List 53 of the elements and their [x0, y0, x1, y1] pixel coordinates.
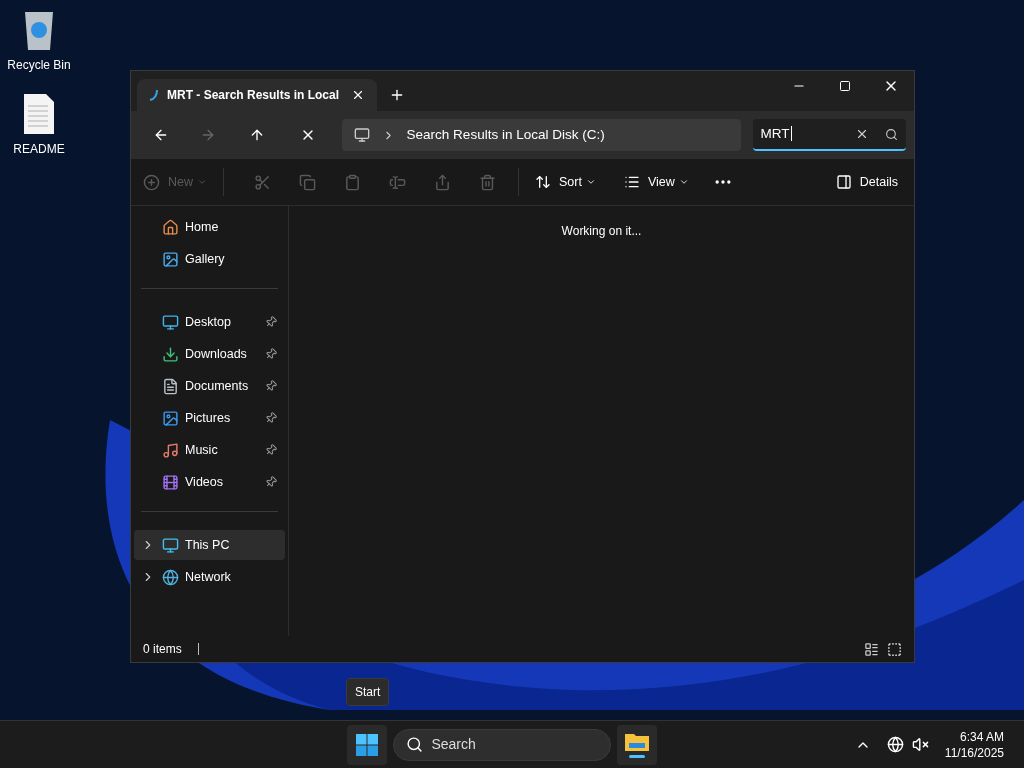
desktop-icon-label: README: [13, 141, 65, 158]
sidebar-item[interactable]: Desktop: [134, 307, 285, 337]
query-input[interactable]: MRT: [752, 119, 906, 151]
running-indicator: [629, 755, 646, 758]
close-tab-icon[interactable]: [351, 88, 365, 102]
computer-icon: [353, 127, 370, 143]
loading-spinner-icon: [149, 89, 159, 101]
document-icon[interactable]: [22, 92, 56, 136]
network-icon[interactable]: [886, 736, 904, 753]
search-box[interactable]: Search: [393, 728, 612, 761]
sidebar-item[interactable]: This PC: [134, 530, 285, 560]
copy-icon[interactable]: [299, 173, 316, 191]
details-button[interactable]: Details: [835, 172, 898, 192]
sidebar-item[interactable]: Home: [134, 212, 285, 242]
paste-icon[interactable]: [344, 173, 361, 191]
sort-arrows-icon: [535, 174, 551, 190]
list-icon: [623, 174, 640, 190]
tiles-view-icon[interactable]: [887, 641, 902, 657]
rename-icon[interactable]: [389, 173, 406, 191]
delete-icon[interactable]: [479, 173, 496, 191]
maximize-icon: [839, 80, 851, 92]
window-tab[interactable]: MRT - Search Results in Local: [137, 79, 377, 111]
file-explorer-taskbar-button[interactable]: [617, 724, 658, 765]
plus-icon: [389, 87, 405, 103]
details-view-icon[interactable]: [864, 641, 879, 657]
search-icon[interactable]: [885, 127, 898, 141]
side-panel-icon: [835, 174, 852, 190]
sidebar-item[interactable]: Downloads: [134, 339, 285, 369]
plus-circle-icon: [143, 173, 160, 191]
search-icon: [406, 736, 424, 753]
share-icon[interactable]: [434, 173, 451, 191]
windows-logo-icon: [355, 732, 380, 757]
caret-icon: [585, 177, 596, 187]
view-button[interactable]: View: [623, 172, 689, 192]
start-button[interactable]: [347, 724, 388, 765]
sort-button[interactable]: Sort: [535, 172, 596, 192]
sidebar-item[interactable]: Network: [134, 562, 285, 592]
caret-icon: [678, 177, 689, 187]
address-bar[interactable]: Search Results in Local Disk (C:): [341, 119, 741, 151]
item-count: 0 items: [143, 641, 182, 658]
sidebar-item[interactable]: Documents: [134, 371, 285, 401]
volume-muted-icon[interactable]: [911, 736, 929, 753]
sidebar-item[interactable]: Gallery: [134, 244, 285, 274]
caret-icon: [197, 177, 207, 187]
sidebar-item[interactable]: Music: [134, 435, 285, 465]
clock[interactable]: 6:34 AM 11/16/2025: [944, 728, 1004, 761]
clear-search-icon[interactable]: [855, 127, 869, 141]
sidebar-item[interactable]: Pictures: [134, 403, 285, 433]
cut-icon[interactable]: [254, 173, 271, 191]
status-message: Working on it...: [561, 223, 642, 240]
desktop-icon-label: Recycle Bin: [7, 57, 71, 74]
sidebar-item[interactable]: Videos: [134, 467, 285, 497]
tooltip: Start: [346, 678, 390, 706]
